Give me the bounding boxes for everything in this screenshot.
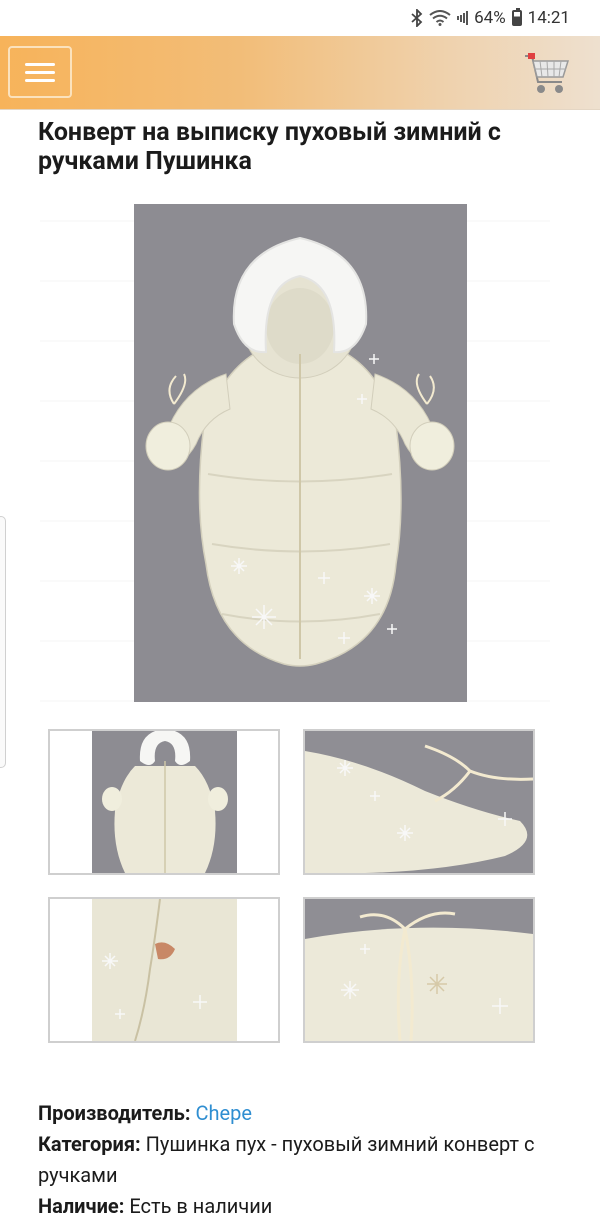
thumbnail-zipper-detail[interactable] [48, 897, 280, 1043]
battery-percent: 64% [474, 8, 506, 28]
thumbnail-bottom-detail[interactable] [303, 897, 535, 1043]
edge-panel-handle[interactable] [0, 516, 6, 768]
manufacturer-label: Производитель: [38, 1101, 191, 1125]
availability-label: Наличие: [38, 1194, 125, 1218]
cart-button[interactable] [522, 48, 572, 98]
product-main-image[interactable] [134, 204, 467, 702]
thumbnail-front[interactable] [48, 729, 280, 875]
hamburger-menu-icon [25, 62, 55, 66]
status-bar: 64% 14:21 [0, 0, 600, 36]
signal-icon [457, 11, 469, 25]
product-title: Конверт на выписку пуховый зимний с ручк… [38, 118, 501, 176]
category-row: Категория: Пушинка пух - пуховый зимний … [38, 1129, 558, 1191]
site-header [0, 36, 600, 110]
hamburger-menu-button[interactable] [8, 46, 72, 98]
shopping-cart-icon [525, 53, 570, 93]
thumbnail-hand-detail[interactable] [303, 729, 535, 875]
availability-value: Есть в наличии [129, 1194, 273, 1218]
clock: 14:21 [527, 8, 570, 28]
product-info: Производитель: Chepe Категория: Пушинка … [38, 1098, 558, 1222]
manufacturer-link[interactable]: Chepe [195, 1101, 251, 1125]
bluetooth-icon [411, 9, 423, 27]
battery-icon [511, 8, 522, 26]
category-label: Категория: [38, 1132, 141, 1156]
wifi-icon [429, 10, 451, 26]
manufacturer-row: Производитель: Chepe [38, 1098, 558, 1129]
availability-row: Наличие: Есть в наличии [38, 1191, 558, 1222]
